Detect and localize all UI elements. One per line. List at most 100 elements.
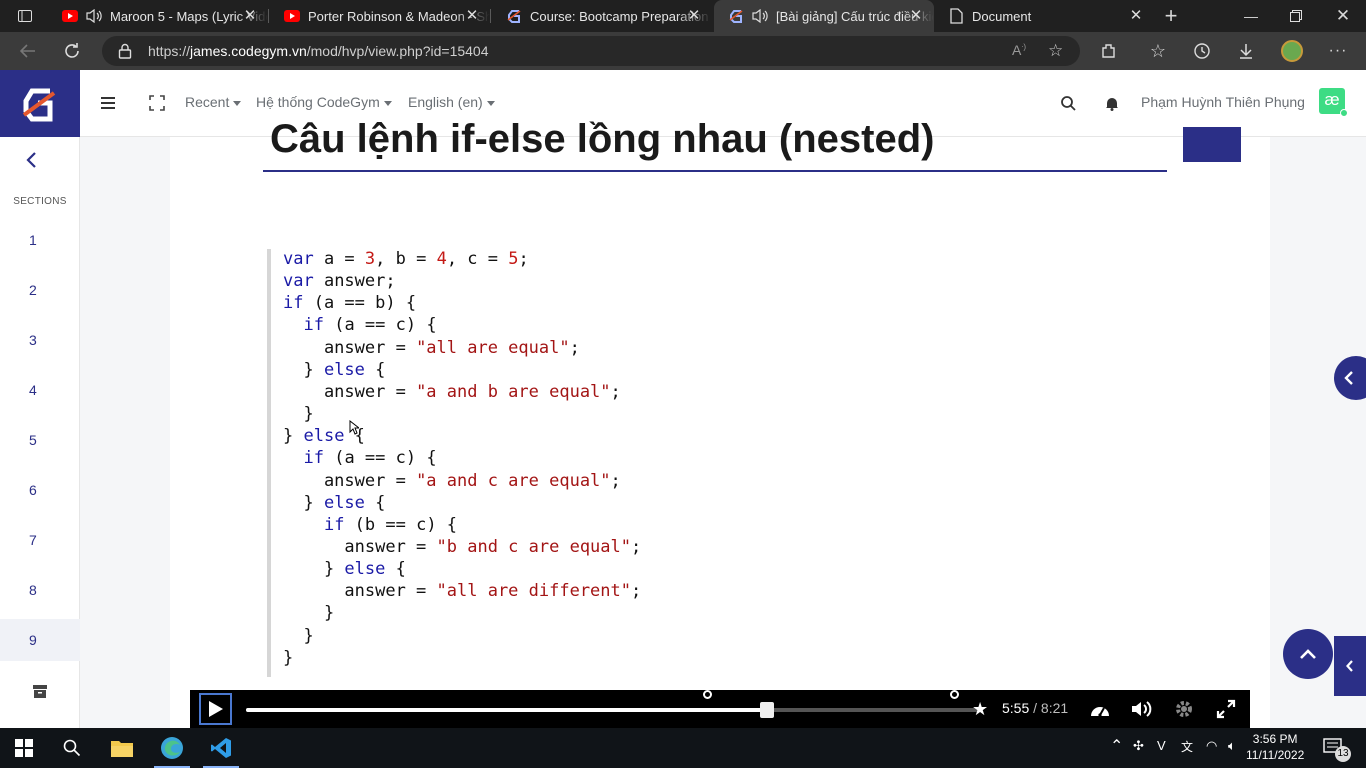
- codegym-logo[interactable]: [0, 70, 80, 137]
- language-icon[interactable]: ⽂: [1181, 738, 1193, 755]
- code-line: answer = "a and c are equal";: [283, 471, 621, 491]
- notification-bell-icon[interactable]: [1101, 92, 1123, 114]
- code-token: , c =: [446, 249, 509, 269]
- close-tab-icon[interactable]: ✕: [686, 8, 702, 24]
- network-adapter-icon[interactable]: ✣: [1133, 738, 1144, 754]
- code-token: }: [283, 647, 294, 668]
- section-link-7[interactable]: 7: [0, 519, 80, 561]
- code-token: }: [283, 625, 314, 646]
- playback-speed-icon[interactable]: [1088, 698, 1112, 720]
- star-marker-icon[interactable]: ★: [972, 699, 988, 720]
- seek-bar-thumb[interactable]: [760, 702, 775, 718]
- audio-playing-icon[interactable]: [752, 9, 768, 23]
- nav-recent[interactable]: Recent: [185, 94, 241, 110]
- code-token: }: [283, 492, 324, 513]
- section-link-3[interactable]: 3: [0, 319, 80, 361]
- profile-avatar-icon[interactable]: [1281, 40, 1303, 62]
- history-icon[interactable]: [1191, 40, 1213, 62]
- search-icon[interactable]: [1057, 92, 1079, 114]
- seek-bar[interactable]: [246, 690, 981, 718]
- menu-toggle-icon[interactable]: [97, 92, 119, 114]
- code-token: var: [283, 271, 314, 292]
- section-link-1[interactable]: 1: [0, 219, 80, 261]
- tab-1[interactable]: Maroon 5 - Maps (Lyric Video) ✕: [48, 0, 268, 32]
- tab-separator: [268, 9, 269, 23]
- close-tab-icon[interactable]: ✕: [908, 8, 924, 24]
- code-token: if: [303, 315, 324, 336]
- volume-tray-icon[interactable]: 🔈︎: [1228, 738, 1236, 754]
- section-link-2[interactable]: 2: [0, 269, 80, 311]
- close-tab-icon[interactable]: ✕: [1128, 8, 1144, 24]
- section-link-9[interactable]: 9: [0, 619, 80, 661]
- close-tab-icon[interactable]: ✕: [242, 8, 258, 24]
- section-link-5[interactable]: 5: [0, 419, 80, 461]
- back-icon[interactable]: [17, 40, 39, 62]
- code-token: "a and b are equal": [416, 381, 611, 402]
- code-token: answer =: [283, 536, 437, 557]
- system-clock[interactable]: 3:56 PM 11/11/2022: [1246, 731, 1304, 763]
- seek-bar-progress: [246, 708, 768, 712]
- nav-language[interactable]: English (en): [408, 94, 495, 110]
- vpn-icon[interactable]: V: [1157, 738, 1166, 753]
- archive-icon[interactable]: [29, 680, 51, 702]
- browser-tab-bar: Maroon 5 - Maps (Lyric Video) ✕ Porter Rob…: [0, 0, 1366, 32]
- section-link-4[interactable]: 4: [0, 369, 80, 411]
- add-favorite-icon[interactable]: ☆: [1048, 41, 1063, 61]
- video-controls: ★ 5:55 / 8:21: [190, 690, 1250, 728]
- user-name[interactable]: Phạm Huỳnh Thiên Phụng: [1141, 94, 1305, 110]
- code-line: answer = "all are different";: [283, 581, 641, 601]
- chapter-marker[interactable]: [702, 690, 712, 699]
- extensions-icon[interactable]: [1098, 40, 1120, 62]
- favorites-icon[interactable]: ☆: [1147, 40, 1169, 62]
- start-button[interactable]: [0, 728, 48, 768]
- code-token: answer =: [283, 470, 417, 491]
- minimize-icon[interactable]: —: [1240, 5, 1262, 27]
- settings-gear-icon[interactable]: [1172, 698, 1196, 720]
- user-avatar[interactable]: æ: [1319, 88, 1348, 117]
- open-block-drawer-button[interactable]: [1334, 636, 1366, 696]
- code-token: else: [303, 426, 345, 447]
- file-explorer-icon[interactable]: [98, 728, 146, 768]
- collapse-drawer-icon[interactable]: [20, 149, 42, 171]
- vscode-icon[interactable]: [197, 728, 245, 768]
- tab-4[interactable]: [Bài giảng] Cấu trúc điều kiện ✕: [714, 0, 934, 32]
- show-hidden-icons[interactable]: ⌃: [1110, 736, 1123, 756]
- close-tab-icon[interactable]: ✕: [464, 8, 480, 24]
- code-line: }: [283, 648, 293, 668]
- tab-actions-icon[interactable]: [14, 5, 36, 27]
- tab-3[interactable]: Course: Bootcamp Preparation ✕: [492, 0, 712, 32]
- audio-playing-icon[interactable]: [86, 9, 102, 23]
- lesson-video-viewer[interactable]: Câu lệnh if-else lồng nhau (nested) var …: [170, 117, 1270, 728]
- volume-icon[interactable]: [1130, 698, 1154, 720]
- nav-system[interactable]: Hệ thống CodeGym: [256, 94, 392, 110]
- code-line: }: [283, 603, 334, 623]
- search-button[interactable]: [48, 728, 96, 768]
- refresh-icon[interactable]: [61, 40, 83, 62]
- more-menu-icon[interactable]: ···: [1327, 40, 1349, 62]
- tab-2[interactable]: Porter Robinson & Madeon - Shelter✕: [270, 0, 490, 32]
- wifi-icon[interactable]: ◠: [1206, 738, 1217, 754]
- tab-5[interactable]: Document ✕: [934, 0, 1154, 32]
- restore-icon[interactable]: [1285, 5, 1307, 27]
- downloads-icon[interactable]: [1235, 40, 1257, 62]
- section-link-6[interactable]: 6: [0, 469, 80, 511]
- fullscreen-icon[interactable]: [1214, 698, 1238, 720]
- open-drawer-button[interactable]: [1334, 356, 1366, 400]
- play-button[interactable]: [199, 693, 232, 725]
- notification-center-icon[interactable]: 13: [1323, 738, 1351, 762]
- close-window-icon[interactable]: ✕: [1332, 5, 1354, 27]
- new-tab-icon[interactable]: +: [1160, 3, 1182, 28]
- back-to-top-button[interactable]: [1283, 629, 1333, 679]
- codegym-icon: [728, 8, 744, 24]
- lock-icon: [118, 43, 132, 62]
- read-aloud-icon[interactable]: Aᐧ): [1012, 42, 1026, 58]
- section-link-8[interactable]: 8: [0, 569, 80, 611]
- address-bar[interactable]: https://james.codegym.vn/mod/hvp/view.ph…: [102, 36, 1080, 66]
- fullscreen-toggle-icon[interactable]: [146, 92, 168, 114]
- course-index-drawer: SECTIONS 1 2 3 4 5 6 7 8 9: [0, 137, 80, 728]
- edge-browser-icon[interactable]: [148, 728, 196, 768]
- codegym-icon: [506, 8, 522, 24]
- chapter-marker[interactable]: [949, 690, 959, 699]
